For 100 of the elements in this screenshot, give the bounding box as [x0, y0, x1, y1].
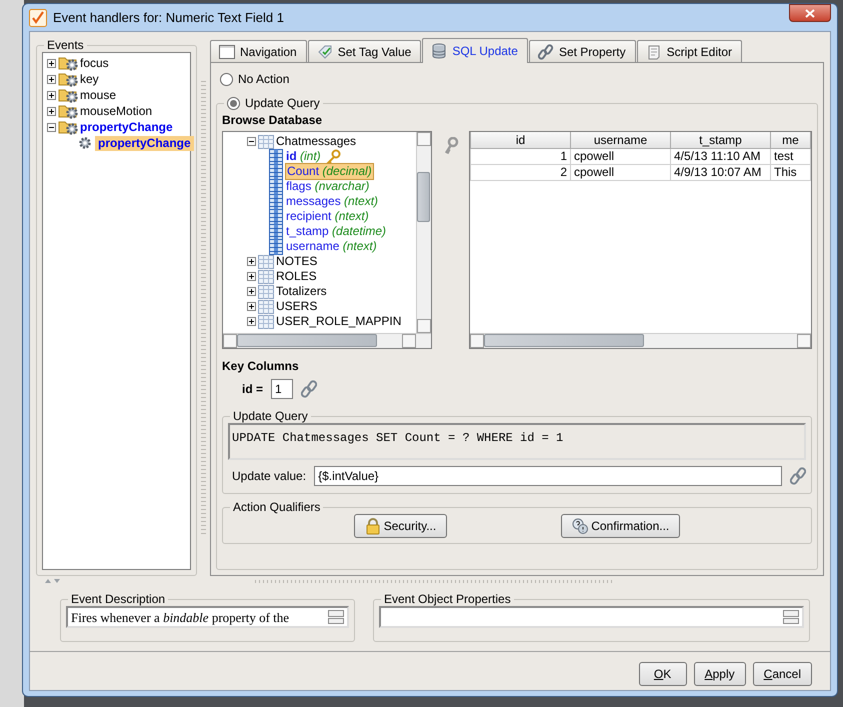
table-icon: [258, 270, 274, 284]
expand-icon[interactable]: [47, 106, 56, 116]
tree-item[interactable]: propertyChange: [80, 120, 173, 134]
dialog-button[interactable]: OK: [638, 662, 687, 686]
field-label: Update value:: [231, 468, 306, 485]
section-label: Key Columns: [222, 358, 300, 375]
table-cell: test: [770, 148, 810, 164]
column-header[interactable]: id: [470, 132, 570, 148]
folder-gear-icon: [58, 71, 78, 87]
tab[interactable]: SQL Update: [422, 38, 528, 63]
section-label: Browse Database: [222, 112, 324, 129]
table-name[interactable]: ROLES: [276, 269, 317, 284]
tree-item[interactable]: focus: [80, 56, 109, 70]
column-item[interactable]: recipient (ntext): [285, 209, 370, 224]
table-cell: 1: [470, 148, 570, 164]
window-title: Event handlers for: Numeric Text Field 1: [53, 8, 284, 27]
folder-gear-icon: [58, 119, 78, 135]
tab[interactable]: Set Property: [528, 40, 636, 62]
expand-icon[interactable]: [247, 287, 256, 296]
folder-gear-icon: [58, 103, 78, 119]
collapse-icon[interactable]: [247, 137, 256, 146]
update-query-label: Update Query: [232, 409, 309, 423]
column-icon: [269, 238, 283, 254]
event-description-text: Fires whenever a bindable property of the: [70, 609, 290, 626]
horizontal-scrollbar[interactable]: [223, 333, 431, 348]
table-cell: 2: [470, 164, 570, 180]
column-item[interactable]: t_stamp (datetime): [285, 224, 388, 239]
lock-icon: [364, 518, 381, 534]
scroll-icon: [646, 44, 662, 60]
spinner-control[interactable]: [780, 608, 802, 626]
tree-item[interactable]: mouseMotion: [80, 104, 152, 118]
table-cell: 4/5/13 11:10 AM: [670, 148, 770, 164]
link-icon[interactable]: [790, 467, 806, 485]
folder-gear-icon: [58, 55, 78, 71]
table-name[interactable]: Chatmessages: [276, 134, 356, 149]
expand-icon[interactable]: [47, 90, 56, 100]
table-name[interactable]: USERS: [276, 299, 318, 314]
table-cell: 4/9/13 10:07 AM: [670, 164, 770, 180]
table-name[interactable]: NOTES: [276, 254, 318, 269]
column-icon: [269, 194, 283, 210]
key-icon: [442, 137, 458, 155]
tab[interactable]: Set Tag Value: [308, 40, 422, 62]
tree-item[interactable]: mouse: [80, 88, 116, 102]
link-icon[interactable]: [301, 380, 318, 398]
column-header[interactable]: me: [770, 132, 810, 148]
events-label: Events: [46, 38, 85, 52]
expand-icon[interactable]: [247, 317, 256, 326]
tab[interactable]: Script Editor: [636, 40, 742, 62]
qualifier-button[interactable]: Security...: [354, 514, 448, 538]
gear-icon: [77, 135, 93, 151]
table-cell: cpowell: [570, 164, 670, 180]
column-icon: [269, 224, 283, 240]
column-icon: [269, 208, 283, 224]
column-item[interactable]: flags (nvarchar): [285, 179, 370, 194]
horizontal-scrollbar[interactable]: [470, 333, 811, 348]
tag-check-icon: [316, 44, 333, 60]
folder-gear-icon: [58, 87, 78, 103]
radio-button[interactable]: Update Query: [227, 95, 320, 111]
column-item[interactable]: messages (ntext): [285, 194, 380, 209]
window-icon: [219, 44, 235, 60]
vertical-scrollbar[interactable]: [416, 132, 431, 333]
column-item[interactable]: id (int): [285, 149, 322, 164]
table-cell: This: [770, 164, 810, 180]
tree-item[interactable]: key: [80, 72, 99, 86]
column-item[interactable]: Count (decimal): [285, 163, 374, 180]
column-icon: [269, 178, 283, 194]
checkmark-icon: [29, 8, 47, 26]
table-icon: [258, 284, 274, 298]
qualifier-button[interactable]: Confirmation...: [561, 514, 680, 538]
expand-icon[interactable]: [247, 272, 256, 281]
column-item[interactable]: username (ntext): [285, 239, 378, 254]
radio-button[interactable]: No Action: [220, 71, 818, 87]
collapse-icon[interactable]: [47, 122, 56, 132]
action-qualifiers-label: Action Qualifiers: [232, 500, 322, 514]
spinner-control[interactable]: [325, 608, 347, 626]
column-header[interactable]: t_stamp: [670, 132, 770, 148]
tab[interactable]: Navigation: [210, 40, 307, 62]
update-value-field[interactable]: {$.intValue}: [314, 466, 782, 486]
table-icon: [258, 314, 274, 328]
expand-icon[interactable]: [247, 302, 256, 311]
table-icon: [258, 254, 274, 268]
event-object-properties-label: Event Object Properties: [383, 592, 512, 606]
column-header[interactable]: username: [570, 132, 670, 148]
table-name[interactable]: USER_ROLE_MAPPIN: [276, 314, 402, 329]
dialog-button[interactable]: Cancel: [752, 662, 812, 686]
column-icon: [269, 164, 283, 180]
expand-icon[interactable]: [47, 74, 56, 84]
key-value-field[interactable]: 1: [271, 379, 294, 399]
field-label: id =: [242, 381, 264, 398]
tree-item[interactable]: propertyChange: [95, 136, 194, 150]
dialog-button[interactable]: Apply: [694, 662, 746, 686]
close-button[interactable]: [789, 4, 831, 22]
expand-icon[interactable]: [47, 58, 56, 68]
link-icon: [538, 44, 554, 60]
speech-bubbles-icon: [572, 518, 588, 534]
column-icon: [269, 148, 283, 164]
query-text-area[interactable]: UPDATE Chatmessages SET Count = ? WHERE id = 1: [228, 423, 806, 460]
database-icon: [431, 43, 448, 59]
expand-icon[interactable]: [247, 257, 256, 266]
table-name[interactable]: Totalizers: [276, 284, 327, 299]
